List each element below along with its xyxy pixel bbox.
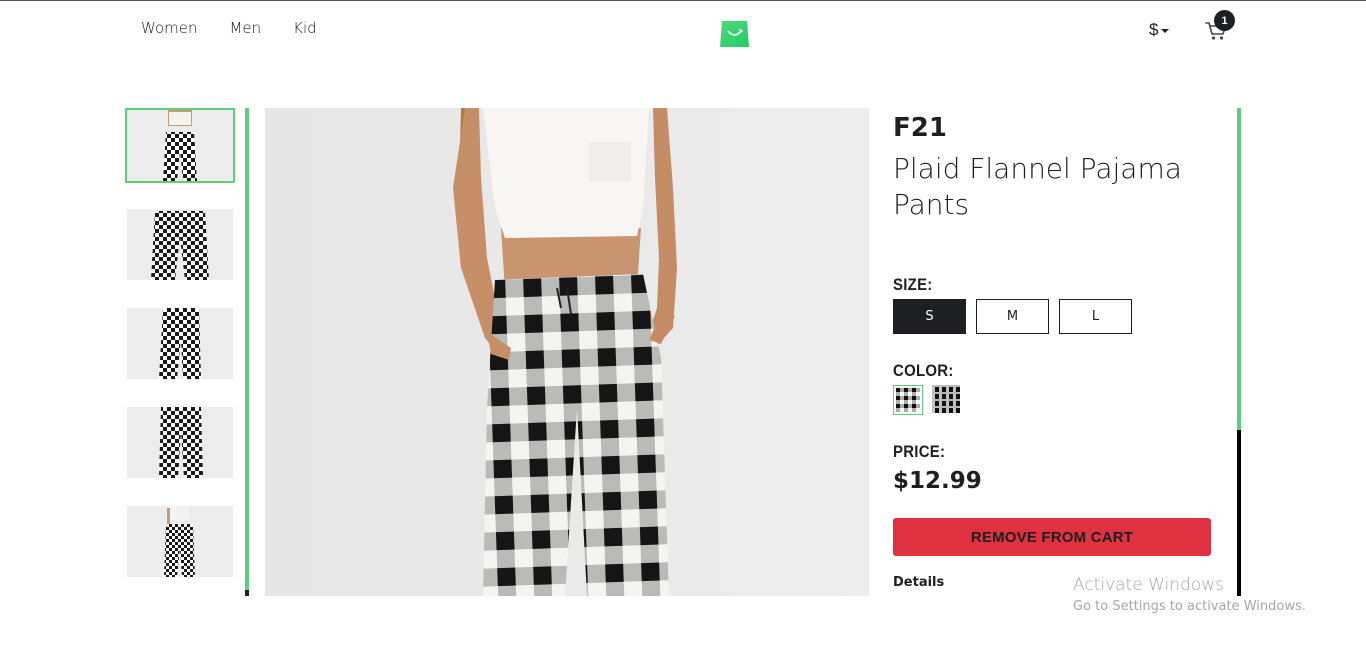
- price-label: PRICE:: [893, 442, 946, 461]
- details-heading: Details: [893, 575, 945, 590]
- category-nav: Women Men Kid: [141, 19, 317, 37]
- product-info-scrollbar-thumb[interactable]: [1237, 108, 1241, 430]
- color-swatch-1[interactable]: [893, 385, 923, 415]
- thumbnail-5[interactable]: [127, 506, 233, 577]
- currency-switcher[interactable]: $: [1149, 20, 1170, 40]
- thumbnail-2[interactable]: [127, 209, 233, 280]
- size-option-l[interactable]: L: [1059, 299, 1132, 334]
- product-price: $12.99: [893, 468, 982, 494]
- color-label: COLOR:: [893, 361, 954, 380]
- shopping-bag-logo-icon[interactable]: [719, 17, 750, 47]
- pants-thumbnail-5-icon: [127, 506, 233, 577]
- pants-thumbnail-3-icon: [127, 308, 233, 379]
- chevron-down-icon: [1161, 28, 1170, 33]
- thumbnail-4[interactable]: [127, 407, 233, 478]
- remove-from-cart-button[interactable]: REMOVE FROM CART: [893, 518, 1211, 556]
- main-product-image: [265, 108, 869, 596]
- product-info-scrollbar[interactable]: [1237, 108, 1241, 596]
- pants-thumbnail-4-icon: [127, 407, 233, 478]
- size-label: SIZE:: [893, 275, 933, 294]
- thumbnail-gallery: [125, 108, 237, 596]
- size-option-s[interactable]: S: [893, 299, 966, 334]
- product-info-panel: F21 Plaid Flannel Pajama Pants SIZE: S M…: [893, 108, 1223, 596]
- activate-windows-subtitle: Go to Settings to activate Windows.: [1073, 599, 1306, 614]
- thumbnail-3[interactable]: [127, 308, 233, 379]
- nav-kid[interactable]: Kid: [293, 19, 317, 37]
- nav-women[interactable]: Women: [141, 19, 197, 37]
- color-selector: [893, 385, 962, 415]
- pants-thumbnail-2-icon: [127, 209, 233, 280]
- plaid-pants-photo-icon: [265, 108, 869, 596]
- thumbnail-scrollbar-thumb[interactable]: [245, 108, 249, 590]
- plaid-swatch-2-icon: [932, 385, 960, 413]
- currency-symbol: $: [1149, 20, 1159, 39]
- product-name: Plaid Flannel Pajama Pants: [893, 152, 1182, 221]
- pants-thumbnail-1-icon: [127, 110, 233, 181]
- size-selector: S M L: [893, 299, 1132, 334]
- thumbnail-1[interactable]: [125, 108, 235, 183]
- header: Women Men Kid $ 1: [0, 1, 1366, 61]
- thumbnail-scrollbar[interactable]: [245, 108, 249, 596]
- size-option-m[interactable]: M: [976, 299, 1049, 334]
- color-swatch-2[interactable]: [932, 385, 962, 415]
- cart-count-badge[interactable]: 1: [1214, 10, 1235, 31]
- product-brand: F21: [893, 113, 947, 143]
- nav-men[interactable]: Men: [229, 19, 261, 37]
- plaid-swatch-1-icon: [896, 388, 920, 412]
